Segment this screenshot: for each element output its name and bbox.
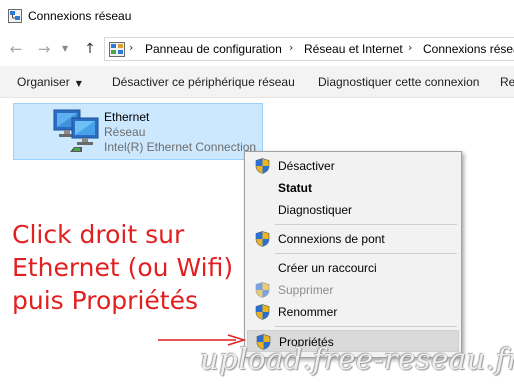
rename-connection-button[interactable]: Re [500, 75, 514, 89]
uac-shield-icon [255, 231, 270, 247]
uac-shield-icon [255, 304, 270, 320]
ethernet-adapter-icon [53, 109, 99, 152]
disable-device-button[interactable]: Désactiver ce périphérique réseau [112, 75, 295, 89]
instruction-annotation: Click droit sur Ethernet (ou Wifi) puis … [12, 218, 234, 317]
breadcrumb-network-connections[interactable]: Connexions réseau [423, 42, 514, 56]
menu-item-label: Connexions de pont [278, 232, 385, 246]
command-bar: Organiser ▼ Désactiver ce périphérique ré… [0, 66, 514, 98]
breadcrumb-separator-icon[interactable]: › [289, 41, 293, 54]
uac-shield-icon [255, 282, 270, 298]
annotation-line: puis Propriétés [12, 286, 198, 315]
adapter-device: Intel(R) Ethernet Connection [104, 140, 257, 154]
context-menu: Désactiver Statut Diagnostiquer Connexio… [244, 151, 462, 358]
navigation-bar: ← → ▼ ↑ › Panneau de configuration › Rés… [0, 32, 514, 66]
menu-separator [275, 326, 457, 327]
address-bar[interactable]: › Panneau de configuration › Réseau et I… [104, 37, 514, 61]
menu-item-rename[interactable]: Renommer [247, 301, 459, 323]
menu-item-label: Diagnostiquer [278, 203, 353, 217]
breadcrumb-separator-icon[interactable]: › [408, 41, 412, 54]
adapter-network: Réseau [104, 125, 146, 139]
control-panel-icon [109, 42, 125, 57]
menu-item-label: Statut [278, 181, 312, 195]
menu-item-disable[interactable]: Désactiver [247, 155, 459, 177]
watermark: upload.free-reseau.fr [200, 342, 514, 376]
menu-item-label: Désactiver [278, 159, 335, 173]
annotation-line: Click droit sur [12, 220, 185, 249]
menu-item-create-shortcut[interactable]: Créer un raccourci [247, 257, 459, 279]
menu-item-diagnose[interactable]: Diagnostiquer [247, 199, 459, 221]
ethernet-adapter-item[interactable]: Ethernet Réseau Intel(R) Ethernet Connec… [13, 103, 263, 160]
uac-shield-icon [255, 158, 270, 174]
diagnose-connection-button[interactable]: Diagnostiquer cette connexion [318, 75, 479, 89]
chevron-down-icon[interactable]: ▼ [62, 44, 68, 53]
adapter-name: Ethernet [104, 110, 150, 124]
organize-label: Organiser [17, 75, 70, 89]
back-arrow-icon[interactable]: ← [6, 40, 26, 58]
menu-item-label: Renommer [278, 305, 338, 319]
menu-separator [275, 253, 457, 254]
forward-arrow-icon[interactable]: → [34, 40, 54, 58]
chevron-down-icon: ▼ [75, 79, 82, 88]
breadcrumb-control-panel[interactable]: Panneau de configuration [145, 42, 282, 56]
organize-button[interactable]: Organiser ▼ [17, 75, 82, 89]
menu-item-status[interactable]: Statut [247, 177, 459, 199]
window-title: Connexions réseau [28, 9, 132, 23]
menu-item-delete: Supprimer [247, 279, 459, 301]
annotation-line: Ethernet (ou Wifi) [12, 253, 234, 282]
breadcrumb-network-internet[interactable]: Réseau et Internet [304, 42, 403, 56]
network-connections-icon [8, 9, 22, 23]
menu-item-label: Supprimer [278, 283, 334, 297]
title-bar: Connexions réseau [0, 0, 514, 32]
breadcrumb-separator-icon[interactable]: › [129, 41, 133, 54]
menu-item-label: Créer un raccourci [278, 261, 377, 275]
up-arrow-icon[interactable]: ↑ [80, 40, 100, 58]
menu-separator [275, 224, 457, 225]
menu-item-bridge-connections[interactable]: Connexions de pont [247, 228, 459, 250]
